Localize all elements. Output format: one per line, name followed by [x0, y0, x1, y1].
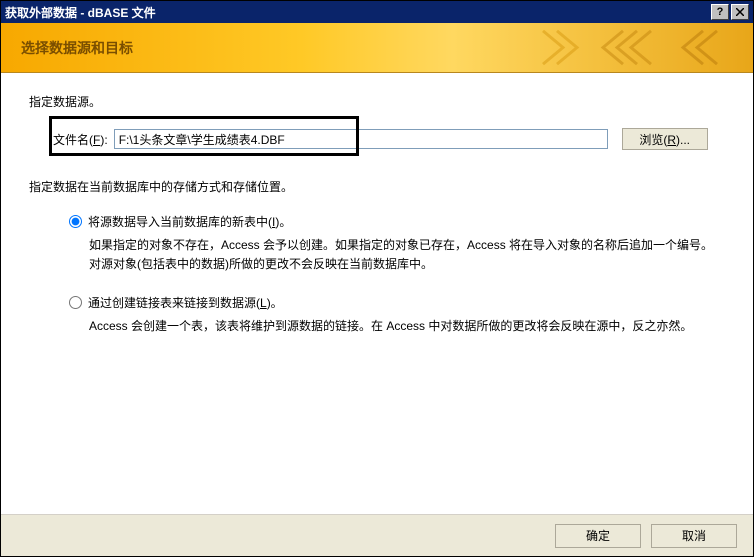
header-title: 选择数据源和目标 [21, 38, 133, 58]
browse-button[interactable]: 浏览(R)... [622, 128, 708, 150]
filename-label: 文件名(F): [53, 131, 108, 148]
radio-link-desc: Access 会创建一个表，该表将维护到源数据的链接。在 Access 中对数据… [89, 317, 725, 336]
close-icon [736, 8, 744, 16]
radio-line: 将源数据导入当前数据库的新表中(I)。 [69, 213, 725, 230]
help-button[interactable]: ? [711, 4, 729, 20]
file-row: 文件名(F): 浏览(R)... [53, 128, 725, 150]
filename-input[interactable] [114, 129, 608, 149]
window-title: 获取外部数据 - dBASE 文件 [5, 4, 711, 21]
storage-section-label: 指定数据在当前数据库中的存储方式和存储位置。 [29, 178, 725, 195]
ok-button[interactable]: 确定 [555, 524, 641, 548]
radio-import-desc: 如果指定的对象不存在，Access 会予以创建。如果指定的对象已存在，Acces… [89, 236, 725, 274]
radio-line: 通过创建链接表来链接到数据源(L)。 [69, 294, 725, 311]
content-area: 指定数据源。 文件名(F): 浏览(R)... 指定数据在当前数据库中的存储方式… [1, 73, 753, 514]
header-band: 选择数据源和目标 [1, 23, 753, 73]
radio-link-label: 通过创建链接表来链接到数据源(L)。 [88, 294, 283, 311]
footer: 确定 取消 [1, 514, 753, 556]
cancel-button[interactable]: 取消 [651, 524, 737, 548]
titlebar-buttons: ? [711, 4, 749, 20]
source-section-label: 指定数据源。 [29, 93, 725, 110]
titlebar: 获取外部数据 - dBASE 文件 ? [1, 1, 753, 23]
radio-group: 将源数据导入当前数据库的新表中(I)。 如果指定的对象不存在，Access 会予… [69, 213, 725, 337]
radio-import-label: 将源数据导入当前数据库的新表中(I)。 [88, 213, 291, 230]
dialog-window: 获取外部数据 - dBASE 文件 ? 选择数据源和目标 指定数据源。 文件名(… [0, 0, 754, 557]
radio-option-import: 将源数据导入当前数据库的新表中(I)。 如果指定的对象不存在，Access 会予… [69, 213, 725, 274]
radio-link[interactable] [69, 296, 82, 309]
radio-option-link: 通过创建链接表来链接到数据源(L)。 Access 会创建一个表，该表将维护到源… [69, 294, 725, 336]
close-button[interactable] [731, 4, 749, 20]
header-decoration-icon [503, 23, 753, 72]
radio-import[interactable] [69, 215, 82, 228]
